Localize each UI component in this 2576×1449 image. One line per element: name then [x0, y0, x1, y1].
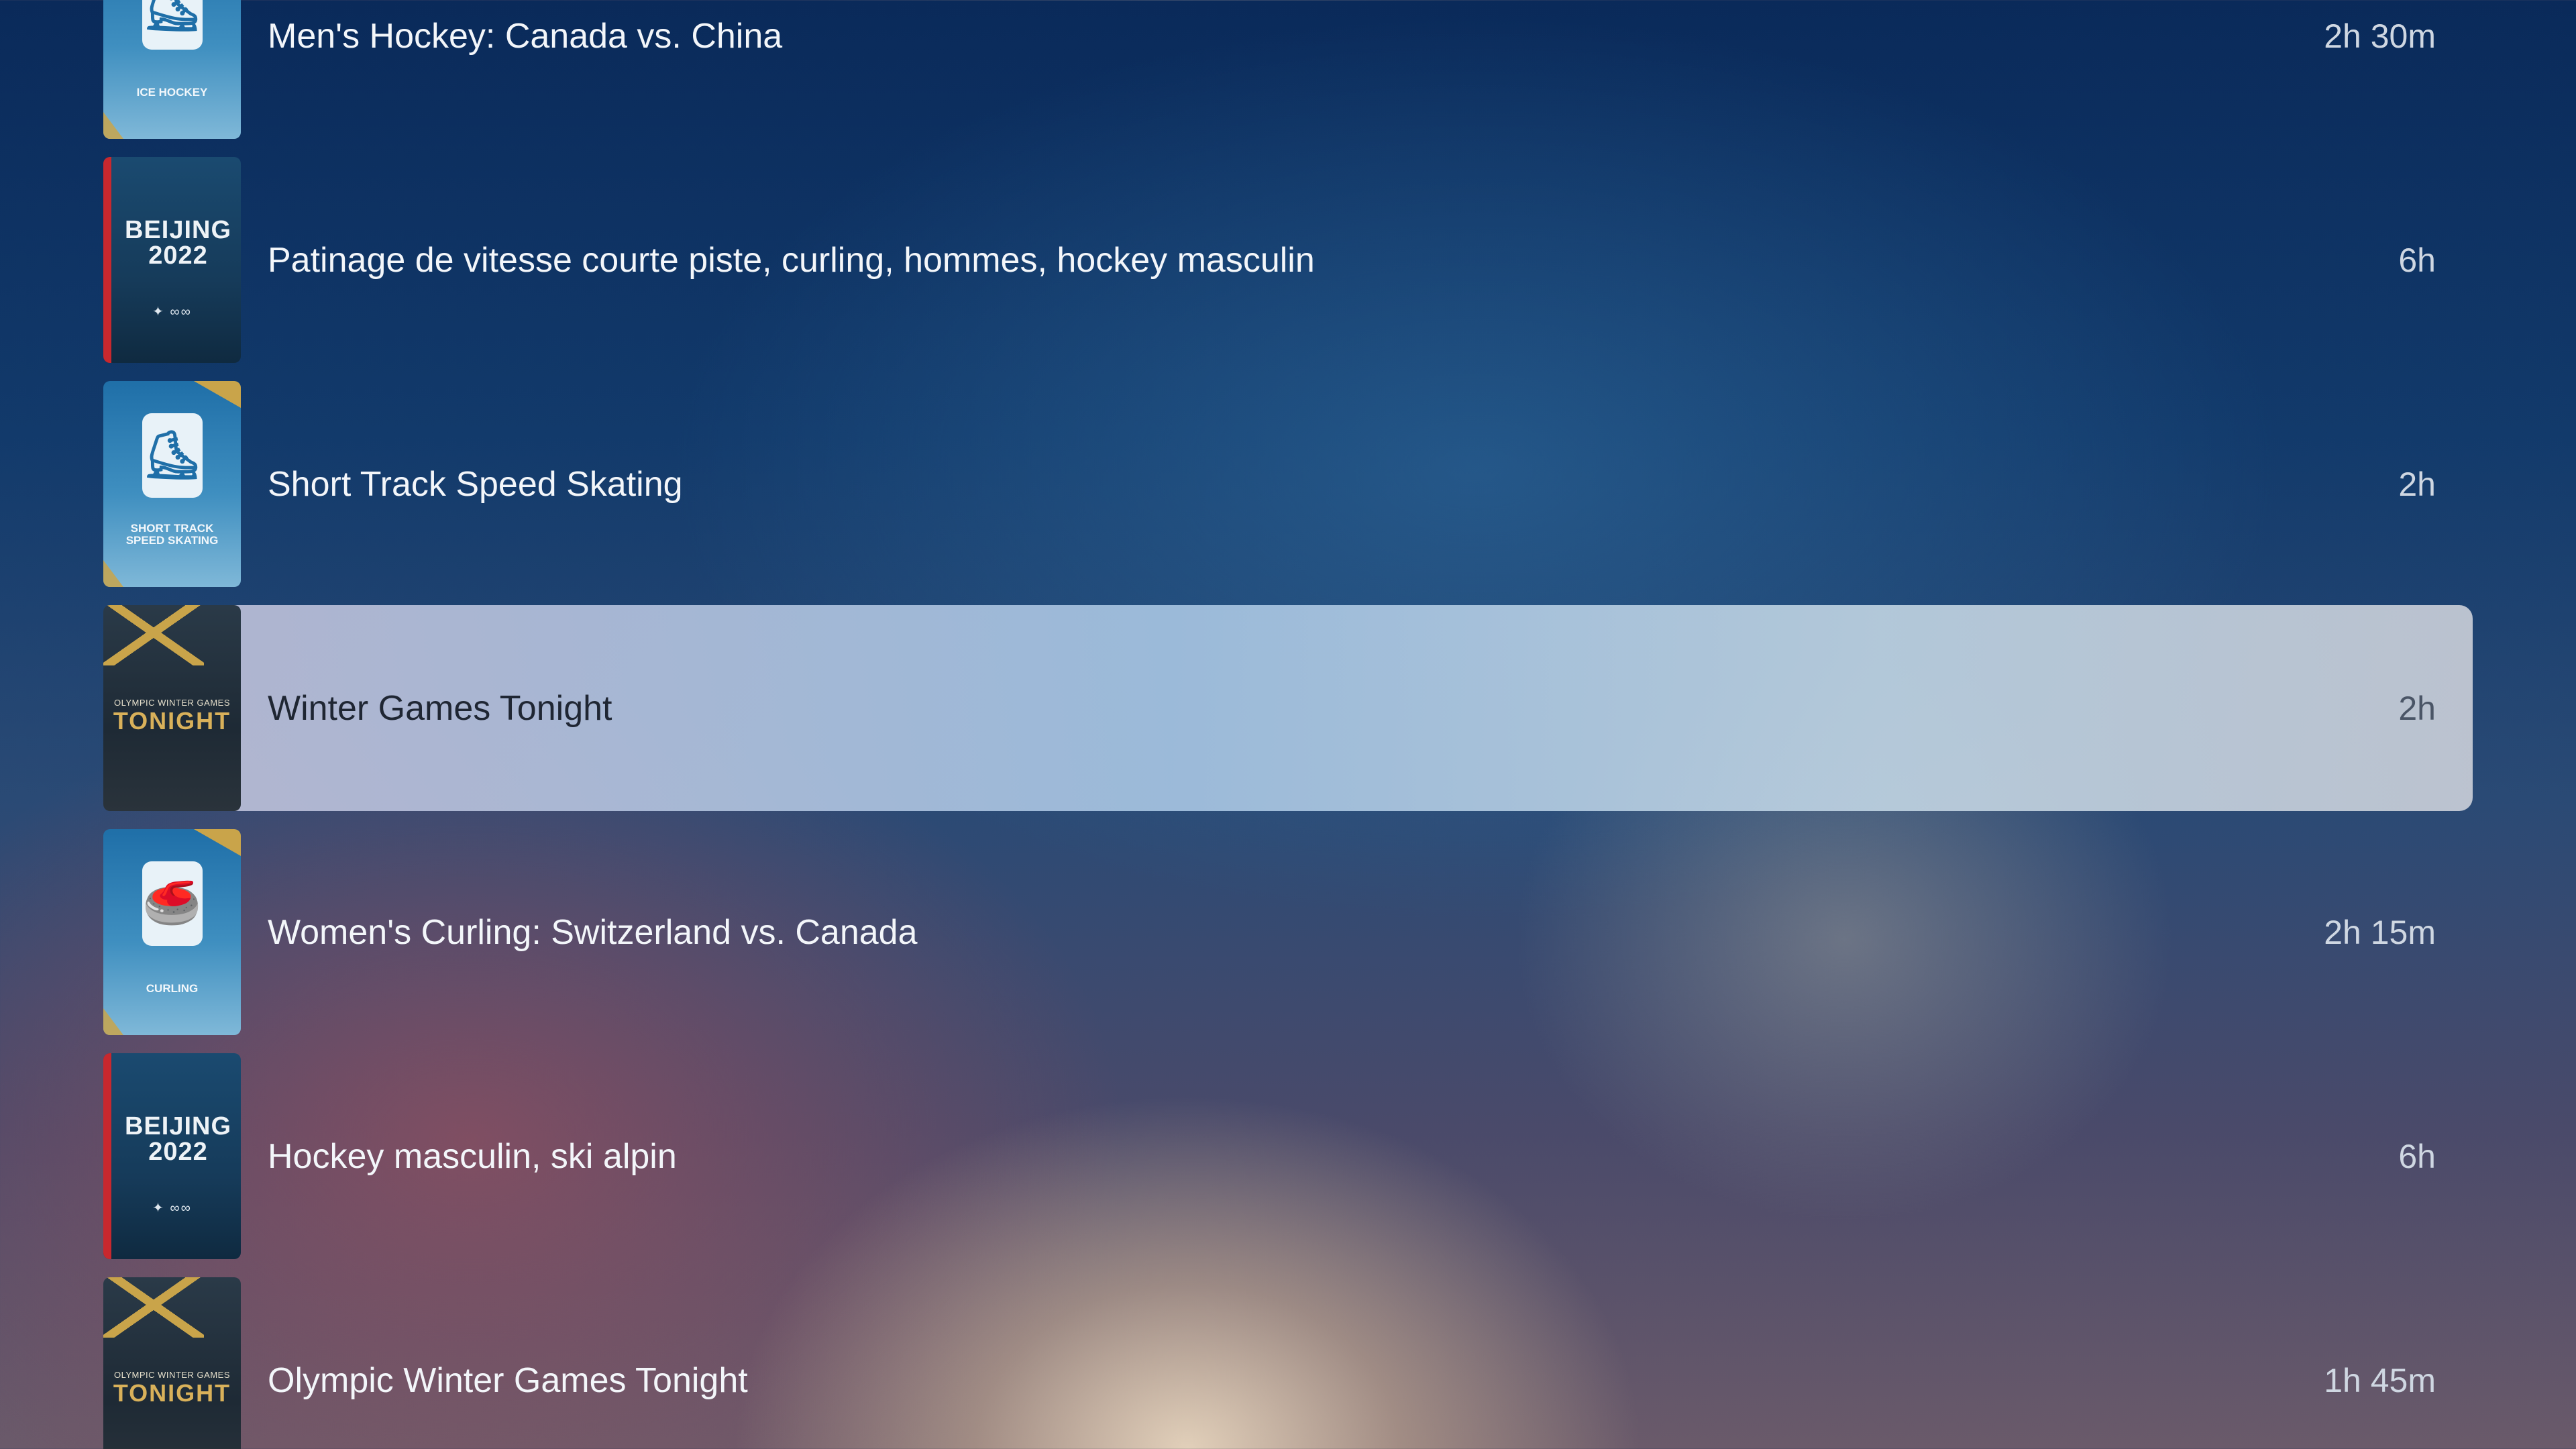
- short-track-icon: ⛸: [142, 413, 203, 498]
- gold-corner-decoration: [103, 560, 123, 587]
- thumbnail-label: SHORT TRACK SPEED SKATING: [125, 522, 219, 547]
- gold-corner-decoration: [194, 829, 241, 856]
- program-title: Olympic Winter Games Tonight: [268, 1360, 748, 1400]
- gold-corner-decoration: [103, 1008, 123, 1035]
- gold-corner-decoration: [103, 112, 123, 139]
- program-title: Women's Curling: Switzerland vs. Canada: [268, 912, 918, 952]
- thumbnail-label: CURLING: [146, 982, 199, 995]
- program-duration: 2h 15m: [2324, 913, 2436, 951]
- thumbnail-label: TONIGHT: [113, 1379, 231, 1407]
- program-duration: 2h: [2398, 689, 2436, 727]
- program-thumbnail: BEIJING 2022 ✦ ∞∞: [103, 1053, 241, 1259]
- program-duration: 6h: [2398, 241, 2436, 279]
- program-duration: 2h 30m: [2324, 17, 2436, 55]
- program-duration: 6h: [2398, 1137, 2436, 1175]
- program-thumbnail: ⛸ SHORT TRACK SPEED SKATING: [103, 381, 241, 587]
- red-stripe-decoration: [103, 1053, 111, 1259]
- olympic-rings-icon: ✦ ∞∞: [152, 1201, 192, 1216]
- program-title: Patinage de vitesse courte piste, curlin…: [268, 240, 1315, 280]
- gold-chevron-decoration: [103, 1277, 204, 1338]
- curling-icon: 🥌: [142, 861, 203, 946]
- program-title: Winter Games Tonight: [268, 688, 612, 728]
- program-duration: 1h 45m: [2324, 1361, 2436, 1399]
- program-duration: 2h: [2398, 465, 2436, 503]
- program-row[interactable]: ⛸ SHORT TRACK SPEED SKATING Short Track …: [103, 381, 2473, 587]
- program-row[interactable]: 🥌 CURLING Women's Curling: Switzerland v…: [103, 829, 2473, 1035]
- program-title: Short Track Speed Skating: [268, 464, 683, 504]
- program-thumbnail: BEIJING 2022 ✦ ∞∞: [103, 157, 241, 363]
- gold-chevron-decoration: [103, 605, 204, 665]
- program-thumbnail: OLYMPIC WINTER GAMES TONIGHT: [103, 1277, 241, 1449]
- program-thumbnail: 🥌 CURLING: [103, 829, 241, 1035]
- program-row[interactable]: BEIJING 2022 ✦ ∞∞ Patinage de vitesse co…: [103, 157, 2473, 363]
- program-row[interactable]: ⛸ ICE HOCKEY Men's Hockey: Canada vs. Ch…: [103, 0, 2473, 139]
- thumbnail-sublabel: OLYMPIC WINTER GAMES: [114, 1370, 230, 1380]
- thumbnail-label: ICE HOCKEY: [136, 86, 208, 99]
- program-thumbnail: ⛸ ICE HOCKEY: [103, 0, 241, 139]
- program-row[interactable]: BEIJING 2022 ✦ ∞∞ Hockey masculin, ski a…: [103, 1053, 2473, 1259]
- program-list: ⛸ ICE HOCKEY Men's Hockey: Canada vs. Ch…: [103, 0, 2473, 1449]
- program-title: Men's Hockey: Canada vs. China: [268, 16, 783, 56]
- thumbnail-sublabel: OLYMPIC WINTER GAMES: [114, 698, 230, 708]
- program-row-focused[interactable]: OLYMPIC WINTER GAMES TONIGHT Winter Game…: [103, 605, 2473, 811]
- ice-hockey-icon: ⛸: [142, 0, 203, 50]
- gold-corner-decoration: [194, 381, 241, 408]
- program-thumbnail: OLYMPIC WINTER GAMES TONIGHT: [103, 605, 241, 811]
- program-title: Hockey masculin, ski alpin: [268, 1136, 677, 1176]
- red-stripe-decoration: [103, 157, 111, 363]
- olympic-rings-icon: ✦ ∞∞: [152, 305, 192, 319]
- thumbnail-label: BEIJING 2022: [124, 216, 232, 270]
- thumbnail-label: TONIGHT: [113, 707, 231, 735]
- thumbnail-label: BEIJING 2022: [124, 1112, 232, 1166]
- program-row[interactable]: OLYMPIC WINTER GAMES TONIGHT Olympic Win…: [103, 1277, 2473, 1449]
